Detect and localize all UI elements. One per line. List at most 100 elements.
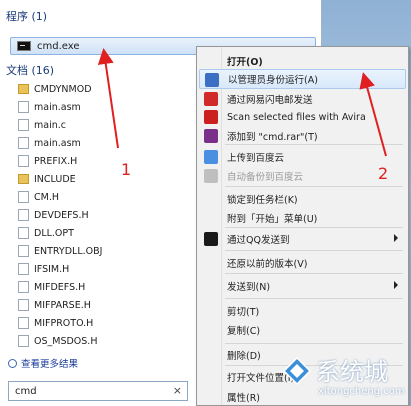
context-menu-item-label: 还原以前的版本(V): [227, 259, 308, 270]
file-icon: [18, 227, 29, 239]
document-item[interactable]: IFSIM.H: [18, 260, 102, 278]
context-menu-item[interactable]: 还原以前的版本(V): [199, 253, 406, 273]
document-item[interactable]: DEVDEFS.H: [18, 206, 102, 224]
menu-separator: [225, 343, 403, 344]
document-item-label: DLL.OPT: [34, 227, 74, 239]
programs-heading: 程序 (1): [6, 10, 48, 23]
document-item[interactable]: MIFPROTO.H: [18, 314, 102, 332]
document-item-label: PREFIX.H: [34, 155, 78, 167]
watermark-logo-icon: [282, 356, 312, 386]
document-item[interactable]: INCLUDE: [18, 170, 102, 188]
file-icon: [18, 281, 29, 293]
file-icon: [18, 119, 29, 131]
documents-list: CMDYNMOD main.asm main.c main.asm PREFIX.H IN…: [18, 80, 102, 350]
context-menu-item-label: 发送到(N): [227, 282, 271, 293]
document-item[interactable]: PREFIX.H: [18, 152, 102, 170]
context-menu-item-label: 通过网易闪电邮发送: [227, 95, 313, 106]
file-icon: [18, 263, 29, 275]
document-item[interactable]: CMDYNMOD: [18, 80, 102, 98]
annotation-label-2: 2: [378, 164, 389, 183]
qq-icon: [204, 232, 218, 246]
context-menu-item[interactable]: 打开(O): [199, 51, 406, 71]
baidu-backup-icon: [204, 169, 218, 183]
context-menu-item[interactable]: Scan selected files with Avira: [199, 107, 406, 127]
document-item-label: DEVDEFS.H: [34, 209, 89, 221]
menu-separator: [225, 273, 403, 274]
document-item-label: main.c: [34, 119, 66, 131]
context-menu-item[interactable]: 以管理员身份运行(A): [199, 69, 406, 89]
context-menu-item-label: 打开(O): [227, 57, 263, 68]
context-menu-item-label: 锁定到任务栏(K): [227, 195, 298, 206]
watermark-url: xitongcheng.com: [318, 386, 405, 397]
document-item-label: MIFPARSE.H: [34, 299, 91, 311]
cmd-icon: [17, 41, 31, 51]
document-item[interactable]: ENTRYDLL.OBJ: [18, 242, 102, 260]
context-menu-item-label: Scan selected files with Avira: [227, 111, 366, 123]
document-item[interactable]: MIFPARSE.H: [18, 296, 102, 314]
document-item[interactable]: DLL.OPT: [18, 224, 102, 242]
document-item-label: CM.H: [34, 191, 59, 203]
context-menu-item-label: 上传到百度云: [227, 153, 285, 164]
baidu-cloud-icon: [204, 150, 218, 164]
more-results-label: 查看更多结果: [21, 359, 79, 370]
shield-icon: [205, 73, 219, 87]
document-item[interactable]: main.asm: [18, 98, 102, 116]
document-item-label: IFSIM.H: [34, 263, 70, 275]
folder-icon: [18, 174, 29, 184]
clear-search-icon[interactable]: ×: [173, 384, 182, 397]
context-menu-item[interactable]: 剪切(T): [199, 301, 406, 321]
document-item-label: MIFPROTO.H: [34, 317, 94, 329]
context-menu-item-label: 剪切(T): [227, 307, 260, 318]
program-item-label: cmd.exe: [37, 40, 80, 52]
context-menu-item[interactable]: 复制(C): [199, 320, 406, 340]
document-item-label: MIFDEFS.H: [34, 281, 86, 293]
document-item-label: OS_MSDOS.H: [34, 335, 98, 347]
search-input[interactable]: cmd ×: [8, 381, 188, 401]
annotation-label-1: 1: [121, 160, 132, 179]
document-item-label: INCLUDE: [34, 173, 76, 185]
folder-icon: [18, 84, 29, 94]
context-menu-item-label: 属性(R): [227, 393, 261, 404]
document-item[interactable]: main.asm: [18, 134, 102, 152]
context-menu-item[interactable]: 通过网易闪电邮发送: [199, 89, 406, 109]
document-item[interactable]: main.c: [18, 116, 102, 134]
file-icon: [18, 317, 29, 329]
file-icon: [18, 101, 29, 113]
file-icon: [18, 245, 29, 257]
context-menu-item[interactable]: 上传到百度云: [199, 147, 406, 167]
context-menu-item-label: 删除(D): [227, 351, 261, 362]
search-input-value: cmd: [15, 385, 37, 397]
menu-separator: [225, 298, 403, 299]
more-results-link[interactable]: 查看更多结果: [8, 356, 78, 370]
context-menu-item-label: 通过QQ发送到: [227, 235, 290, 246]
document-item-label: main.asm: [34, 137, 81, 149]
file-icon: [18, 137, 29, 149]
context-menu-item: 自动备份到百度云: [199, 166, 406, 186]
search-icon: [8, 358, 17, 368]
document-item-label: CMDYNMOD: [34, 83, 92, 95]
context-menu-item-label: 复制(C): [227, 326, 261, 337]
submenu-arrow-icon: [394, 234, 398, 242]
context-menu-item[interactable]: 锁定到任务栏(K): [199, 189, 406, 209]
context-menu-item-label: 以管理员身份运行(A): [228, 75, 318, 86]
document-item-label: main.asm: [34, 101, 81, 113]
file-icon: [18, 299, 29, 311]
context-menu-item[interactable]: 发送到(N): [199, 276, 406, 296]
context-menu-item[interactable]: 添加到 "cmd.rar"(T): [199, 126, 406, 146]
documents-heading: 文档 (16): [6, 64, 55, 77]
winrar-icon: [204, 129, 218, 143]
context-menu-item-label: 附到「开始」菜单(U): [227, 214, 318, 225]
mail-icon: [204, 92, 218, 106]
document-item[interactable]: OS_MSDOS.H: [18, 332, 102, 350]
document-item[interactable]: CM.H: [18, 188, 102, 206]
file-icon: [18, 209, 29, 221]
menu-separator: [225, 250, 403, 251]
file-icon: [18, 335, 29, 347]
avira-icon: [204, 110, 218, 124]
watermark-title: 系统城: [316, 358, 388, 386]
context-menu-item-label: 自动备份到百度云: [227, 172, 304, 183]
context-menu-item[interactable]: 通过QQ发送到: [199, 229, 406, 249]
document-item[interactable]: MIFDEFS.H: [18, 278, 102, 296]
context-menu-item[interactable]: 附到「开始」菜单(U): [199, 208, 406, 228]
watermark: 系统城 xitongcheng.com: [278, 350, 411, 406]
